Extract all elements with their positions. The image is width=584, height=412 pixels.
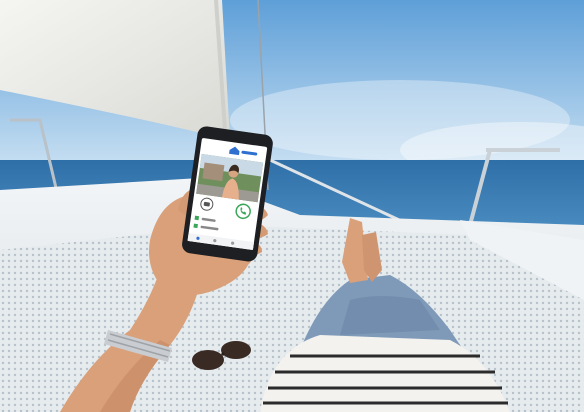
sailboat-photo bbox=[0, 0, 584, 412]
